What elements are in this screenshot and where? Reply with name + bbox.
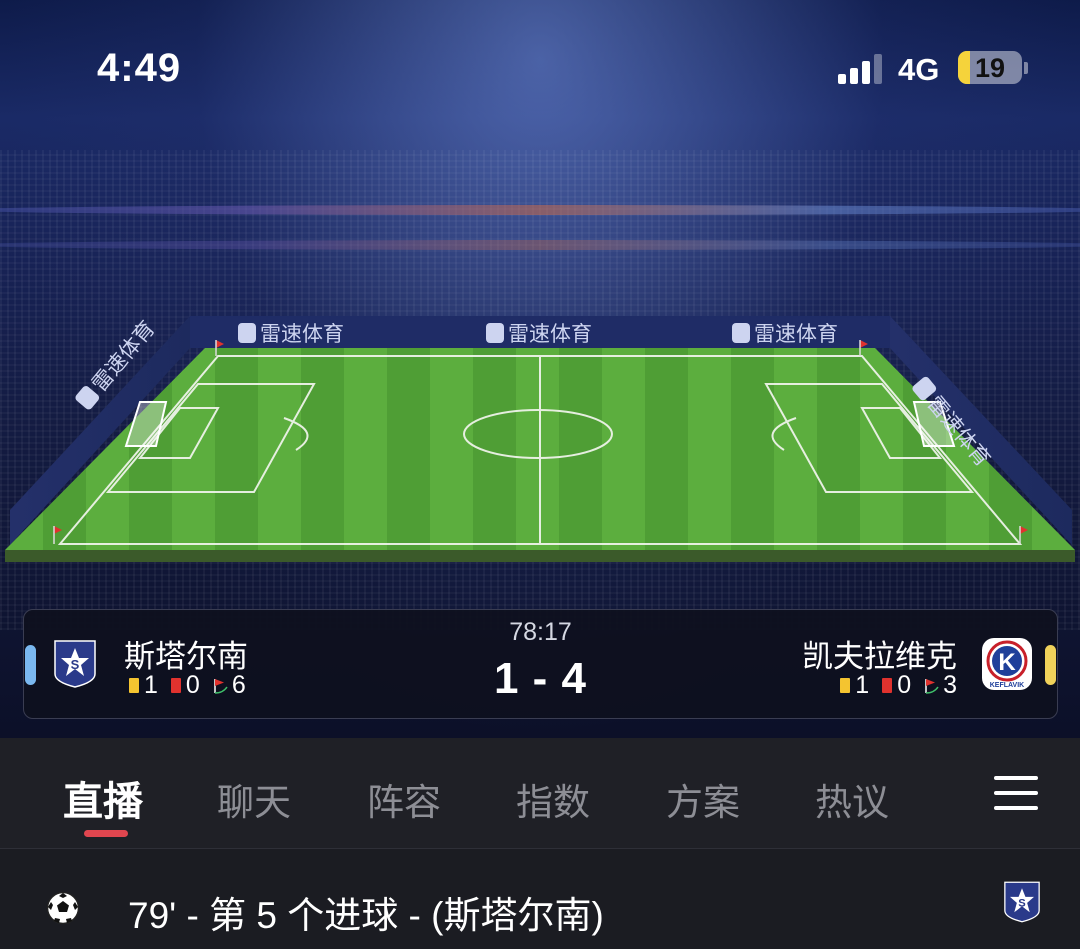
away-team-indicator [1045,645,1056,685]
battery-icon: 19 [958,51,1022,84]
tab-lineup[interactable]: 阵容 [367,772,441,826]
event-description: 79' - 第 5 个进球 - (斯塔尔南) [128,895,604,936]
away-corners: 3 [943,671,957,699]
away-team-name[interactable]: 凯夫拉维克 [802,631,957,676]
stadium-hero: 4:49 4G 19 雷速体育 雷速体育 雷速体育 雷速体育 雷速体育 S 斯塔… [0,0,1080,738]
football-icon [46,891,80,925]
red-card-icon [882,678,893,693]
brand-logo-icon [238,323,256,343]
battery-level: 19 [974,53,1006,83]
event-list-item[interactable]: 79' - 第 5 个进球 - (斯塔尔南) S [0,849,1080,949]
brand-logo-icon [732,323,750,343]
tab-bar: 直播 聊天 阵容 指数 方案 热议 [0,738,1080,848]
away-crest-letter: K [998,649,1016,676]
ad-board-label: 雷速体育 [238,318,344,348]
network-type: 4G [898,52,940,87]
corner-kick-icon [925,678,939,694]
home-crest-letter: S [1018,897,1025,909]
menu-icon[interactable] [994,776,1038,811]
away-crest-text: KEFLAVIK [990,682,1024,689]
tab-plans[interactable]: 方案 [666,772,740,826]
stadium-light-ring [0,240,1080,250]
cellular-signal-icon [838,54,884,84]
status-time: 4:49 [97,46,182,90]
tab-discussion[interactable]: 热议 [815,772,889,826]
active-tab-underline [84,830,128,837]
scoreboard-panel[interactable]: S 斯塔尔南 1 0 6 78:17 1 - 4 凯夫拉维克 1 0 3 K K… [23,609,1058,719]
tab-live[interactable]: 直播 [63,769,143,827]
away-yellow-cards: 1 [855,671,870,699]
ad-board-label: 雷速体育 [486,318,592,348]
ad-board-label: 雷速体育 [732,318,838,348]
tab-chat[interactable]: 聊天 [217,772,291,826]
away-team-stats: 1 0 3 [840,671,957,700]
home-team-crest-icon: S [1004,881,1040,923]
stadium-light-ring [0,205,1080,215]
brand-logo-icon [486,323,504,343]
tab-odds[interactable]: 指数 [516,772,590,826]
status-bar: 4:49 4G 19 [0,0,1080,140]
yellow-card-icon [840,678,851,693]
away-red-cards: 0 [897,671,912,699]
away-team-crest-icon[interactable]: K KEFLAVIK [981,637,1033,691]
